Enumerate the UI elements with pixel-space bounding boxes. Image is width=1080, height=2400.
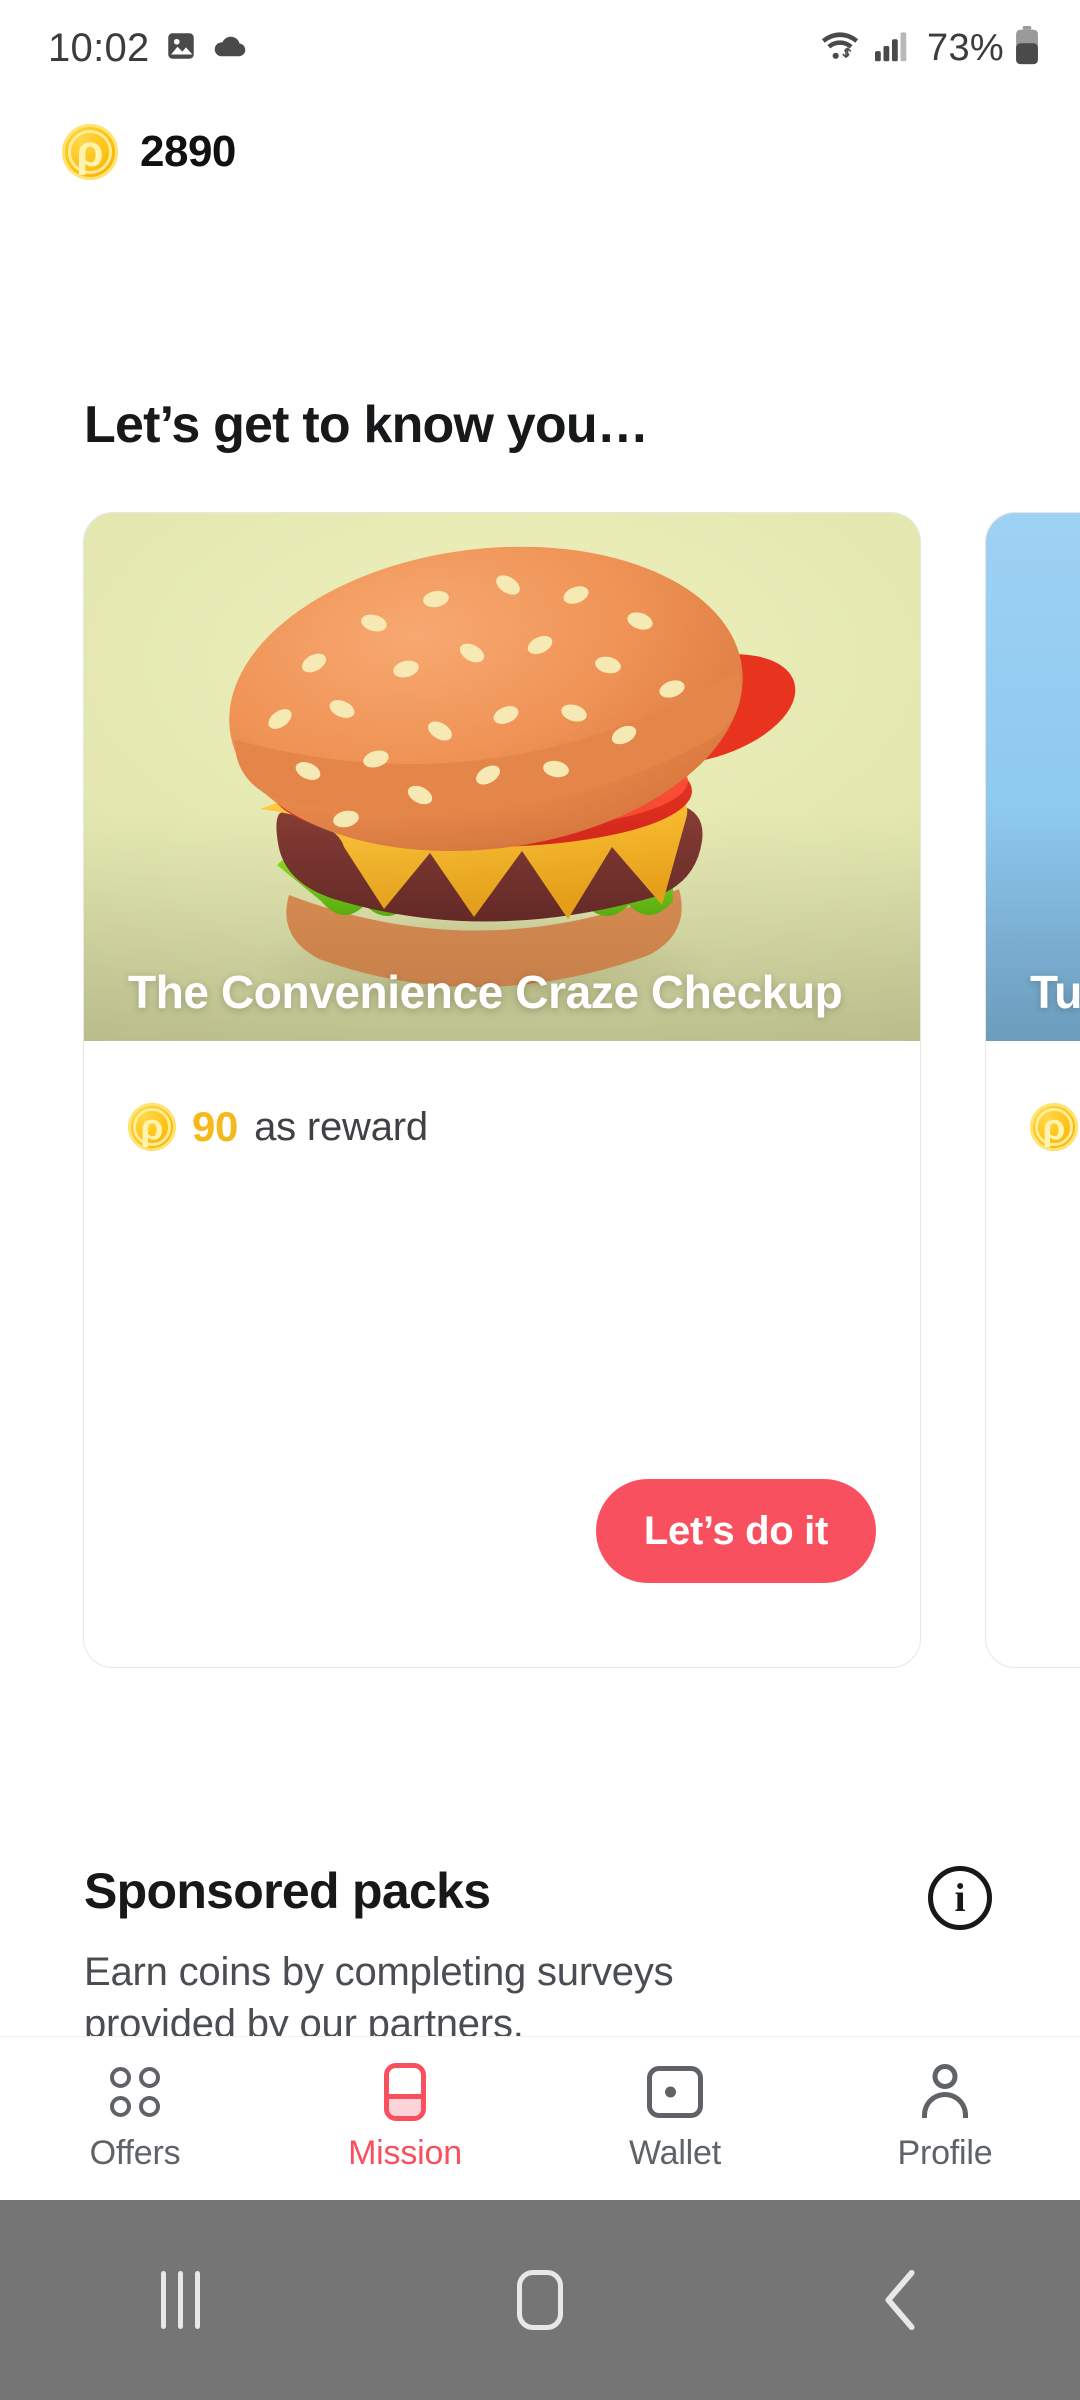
reward-label: as reward (254, 1104, 428, 1149)
back-button[interactable] (720, 2269, 1080, 2331)
card-title: Tu (1030, 965, 1080, 1018)
home-button[interactable] (360, 2270, 720, 2330)
back-icon (880, 2269, 920, 2331)
recent-apps-button[interactable] (0, 2271, 360, 2329)
wifi-icon (817, 27, 863, 70)
coin-p-glyph: ρ (1042, 1106, 1066, 1148)
nav-label-mission: Mission (348, 2134, 462, 2172)
card-title: The Convenience Craze Checkup (128, 965, 843, 1018)
coin-icon: ρ (62, 124, 118, 180)
mission-card[interactable]: Tu ρ (985, 512, 1080, 1668)
sponsored-subtitle: Earn coins by completing surveys provide… (84, 1950, 674, 2046)
sponsored-packs-section: Sponsored packs i Earn coins by completi… (84, 1862, 996, 2050)
nav-label-offers: Offers (89, 2134, 181, 2172)
status-bar: 10:02 73% (0, 0, 1080, 96)
coin-balance-value: 2890 (140, 127, 236, 176)
coin-icon: ρ (128, 1103, 176, 1151)
coin-p-glyph: ρ (140, 1106, 164, 1148)
home-icon (517, 2270, 563, 2330)
mission-icon (377, 2063, 433, 2121)
mission-card-carousel[interactable]: The Convenience Craze Checkup ρ 90 as re… (0, 512, 1080, 1672)
mission-card[interactable]: The Convenience Craze Checkup ρ 90 as re… (83, 512, 921, 1668)
offers-icon (107, 2064, 163, 2120)
coin-icon: ρ (1030, 1103, 1078, 1151)
wallet-icon (647, 2064, 703, 2120)
reward-amount: 90 (192, 1103, 239, 1150)
card-media: The Convenience Craze Checkup (84, 513, 920, 1041)
profile-icon (917, 2064, 973, 2120)
coin-balance-header[interactable]: ρ 2890 (62, 124, 236, 180)
status-bar-right: 73% (817, 25, 1040, 71)
nav-label-wallet: Wallet (628, 2134, 721, 2172)
nav-item-profile[interactable]: Profile (810, 2064, 1080, 2173)
nav-item-offers[interactable]: Offers (0, 2064, 270, 2173)
card-reward: ρ (1030, 1103, 1080, 1151)
page-title: Let’s get to know you… (84, 396, 649, 454)
nav-item-mission[interactable]: Mission (270, 2063, 540, 2173)
nav-item-wallet[interactable]: Wallet (540, 2064, 810, 2173)
card-body: ρ (986, 1041, 1080, 1667)
status-clock: 10:02 (48, 25, 150, 70)
lets-do-it-button[interactable]: Let’s do it (595, 1479, 876, 1583)
coin-p-glyph: ρ (76, 127, 104, 176)
android-navigation-bar (0, 2200, 1080, 2400)
status-bar-left: 10:02 (48, 26, 248, 71)
recent-apps-icon (160, 2271, 200, 2329)
battery-icon (1014, 25, 1040, 71)
card-body: ρ 90 as reward Let’s do it (84, 1041, 920, 1667)
card-media: Tu (986, 513, 1080, 1041)
nav-label-profile: Profile (897, 2134, 993, 2172)
battery-percent: 73% (927, 26, 1004, 69)
bottom-navigation: Offers Mission Wallet Profile (0, 2036, 1080, 2200)
info-glyph: i (954, 1875, 966, 1920)
image-icon (164, 29, 198, 68)
sponsored-header: Sponsored packs i (84, 1862, 996, 1930)
card-reward: ρ 90 as reward (128, 1103, 428, 1151)
info-icon[interactable]: i (928, 1866, 992, 1930)
cloud-icon (212, 31, 248, 66)
sponsored-title: Sponsored packs (84, 1863, 491, 1919)
signal-icon (873, 29, 911, 68)
